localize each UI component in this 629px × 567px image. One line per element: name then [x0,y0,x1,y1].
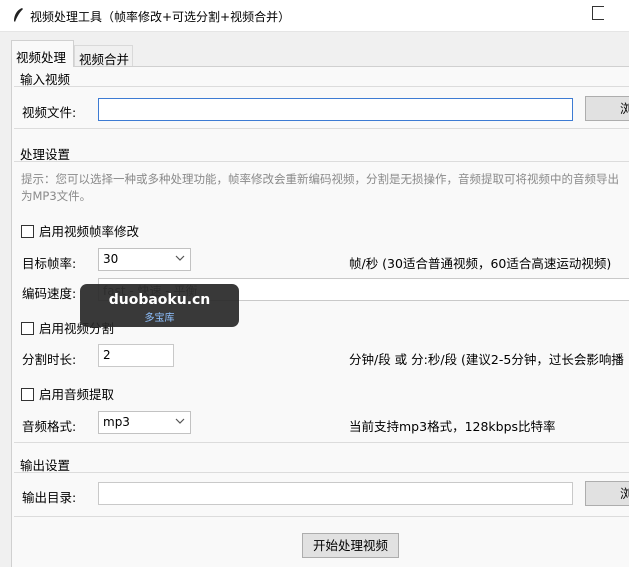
title-bar: 视频处理工具（帧率修改+可选分割+视频合并） [0,0,629,32]
window-title: 视频处理工具（帧率修改+可选分割+视频合并） [30,10,291,24]
tab-bar: 视频处理 视频合并 [0,40,629,67]
audio-checkbox-row[interactable]: 启用音频提取 [21,384,114,403]
chevron-down-icon [175,418,185,424]
audio-checkbox[interactable] [21,388,34,401]
audio-format-combobox[interactable]: mp3 [98,411,191,434]
split-checkbox[interactable] [21,322,34,335]
settings-hint: 提示：您可以选择一种或多种处理功能，帧率修改会重新编码视频，分割是无损操作，音频… [21,172,619,203]
split-length-input[interactable]: 2 [98,344,174,367]
feather-icon [14,8,23,22]
watermark-line1: duobaoku.cn [108,292,211,308]
audio-checkbox-label: 启用音频提取 [39,387,115,402]
output-dir-browse-button[interactable]: 浏 [585,481,629,506]
tab-video-processing[interactable]: 视频处理 [11,40,74,67]
target-fps-combobox[interactable]: 30 [98,248,191,271]
start-processing-button[interactable]: 开始处理视频 [302,533,399,558]
watermark-line2: 多宝库 [144,313,175,324]
split-note: 分钟/段 或 分:秒/段 (建议2-5分钟，过长会影响播 [349,352,624,367]
video-file-input[interactable] [98,98,573,121]
audio-format-label: 音频格式: [22,419,77,434]
video-file-label: 视频文件: [22,105,77,120]
target-fps-label: 目标帧率: [22,256,77,271]
settings-section-divider [14,161,629,162]
audio-note: 当前支持mp3格式，128kbps比特率 [349,419,556,434]
tab-video-merge[interactable]: 视频合并 [74,45,133,67]
video-file-browse-button[interactable]: 浏 [585,96,629,121]
target-fps-value: 30 [103,252,119,266]
chevron-down-icon [175,255,185,261]
split-length-label: 分割时长: [22,352,77,367]
output-section-divider [14,472,629,473]
input-section-divider [14,86,629,87]
output-section-bottom-divider [14,516,629,517]
audio-format-value: mp3 [103,415,130,429]
maximize-icon[interactable] [592,6,604,20]
fps-note: 帧/秒 (30适合普通视频，60适合高速运动视频) [349,256,612,271]
watermark-logo: duobaoku.cn 多宝库 [80,284,239,327]
encode-speed-label: 编码速度: [22,286,77,301]
fps-checkbox-label: 启用视频帧率修改 [39,224,140,239]
fps-checkbox-row[interactable]: 启用视频帧率修改 [21,221,139,240]
output-dir-input[interactable] [98,482,573,505]
settings-section-bottom-divider [14,442,629,443]
output-dir-label: 输出目录: [22,490,77,505]
input-section-bottom-divider [14,128,629,129]
fps-checkbox[interactable] [21,225,34,238]
